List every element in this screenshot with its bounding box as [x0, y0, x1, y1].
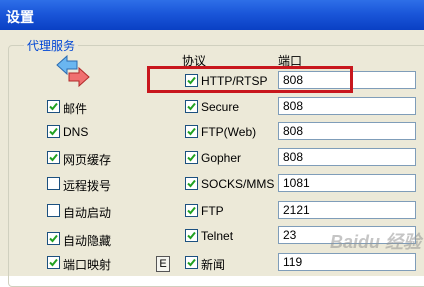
group-title: 代理服务: [24, 37, 79, 54]
left-option-label: 端口映射: [63, 258, 112, 272]
left-option-checkbox[interactable]: [47, 100, 60, 113]
protocol-label: FTP(Web): [201, 125, 257, 139]
protocol-label: Gopher: [201, 151, 242, 165]
protocol-checkbox[interactable]: [185, 151, 198, 164]
port-input[interactable]: 808: [278, 148, 416, 166]
protocol-checkbox[interactable]: [185, 177, 198, 190]
port-input[interactable]: 119: [278, 253, 416, 271]
protocol-label: 新闻: [201, 258, 226, 272]
left-option-label: 自动隐藏: [63, 234, 112, 248]
left-option-label: 自动启动: [63, 206, 112, 220]
left-option-label: 远程拨号: [63, 179, 112, 193]
protocol-checkbox[interactable]: [185, 125, 198, 138]
swap-arrows-icon: [55, 54, 91, 89]
left-option-checkbox[interactable]: [47, 177, 60, 190]
window-title: 设置: [6, 9, 34, 25]
highlight-box: [147, 66, 353, 93]
protocol-checkbox[interactable]: [185, 256, 198, 269]
protocol-checkbox[interactable]: [185, 229, 198, 242]
port-input[interactable]: 2121: [278, 201, 416, 219]
port-mapping-edit-button[interactable]: E: [156, 256, 170, 272]
left-option-label: DNS: [63, 125, 89, 139]
watermark: Baidu 经验: [330, 232, 422, 252]
protocol-checkbox[interactable]: [185, 100, 198, 113]
protocol-label: SOCKS/MMS: [201, 177, 275, 191]
protocol-label: FTP: [201, 204, 224, 218]
left-option-label: 网页缓存: [63, 153, 112, 167]
left-option-checkbox[interactable]: [47, 232, 60, 245]
title-bar: 设置: [0, 0, 424, 30]
protocol-checkbox[interactable]: [185, 204, 198, 217]
protocol-label: Secure: [201, 100, 240, 114]
port-input[interactable]: 808: [278, 122, 416, 140]
protocol-label: Telnet: [201, 229, 234, 243]
left-option-checkbox[interactable]: [47, 125, 60, 138]
left-option-checkbox[interactable]: [47, 151, 60, 164]
left-option-label: 邮件: [63, 102, 88, 116]
port-input[interactable]: 808: [278, 97, 416, 115]
port-input[interactable]: 1081: [278, 174, 416, 192]
left-option-checkbox[interactable]: [47, 256, 60, 269]
left-option-checkbox[interactable]: [47, 204, 60, 217]
